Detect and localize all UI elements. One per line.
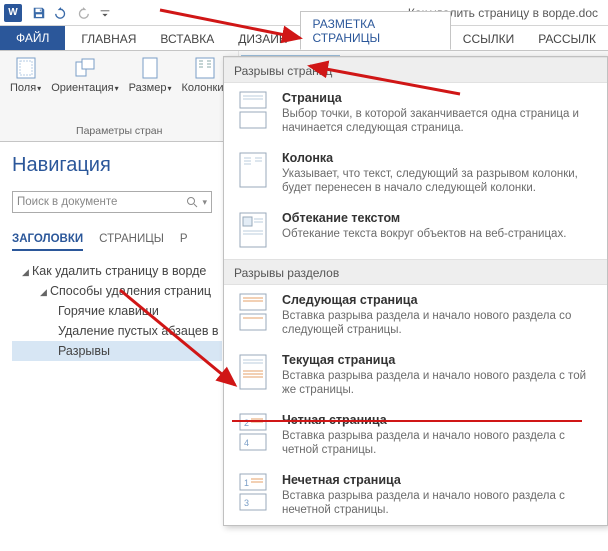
- tree-node[interactable]: Горячие клавиши: [12, 301, 222, 321]
- tree-node-label: Разрывы: [58, 344, 110, 358]
- ribbon-tabs: ФАЙЛ ГЛАВНАЯ ВСТАВКА ДИЗАЙН РАЗМЕТКА СТР…: [0, 26, 608, 50]
- svg-text:3: 3: [244, 498, 249, 508]
- app-icon: W: [4, 4, 22, 22]
- chevron-down-icon: ▾: [202, 197, 207, 208]
- group-page-setup: Поля▾ Ориентация▾ Размер▾ Колонки▾: [0, 51, 239, 141]
- tab-file[interactable]: ФАЙЛ: [0, 26, 65, 50]
- size-button[interactable]: Размер▾: [125, 55, 176, 97]
- orientation-button[interactable]: Ориентация▾: [47, 55, 122, 97]
- margins-icon: [13, 57, 39, 79]
- break-item-title: Страница: [282, 91, 595, 105]
- breaks-dropdown: Разрывы страниц Страница Выбор точки, в …: [223, 56, 608, 526]
- tab-page-layout[interactable]: РАЗМЕТКА СТРАНИЦЫ: [300, 11, 451, 50]
- tree-node-label: Удаление пустых абзацев в: [58, 324, 219, 338]
- continuous-break-icon: [236, 353, 270, 393]
- redo-button[interactable]: [73, 3, 93, 23]
- save-button[interactable]: [29, 3, 49, 23]
- break-item-evenpage[interactable]: 24 Четная страница Вставка разрыва разде…: [224, 405, 607, 465]
- break-item-title: Колонка: [282, 151, 595, 165]
- tree-node-selected[interactable]: Разрывы: [12, 341, 222, 361]
- nextpage-break-icon: [236, 293, 270, 333]
- chevron-down-icon: ▾: [167, 84, 171, 93]
- break-item-desc: Вставка разрыва раздела и начало нового …: [282, 309, 595, 337]
- size-label: Размер: [129, 82, 167, 94]
- columns-label: Колонки: [181, 82, 223, 94]
- svg-text:1: 1: [244, 478, 249, 488]
- textwrap-break-icon: [236, 211, 270, 251]
- page-break-icon: [236, 91, 270, 131]
- chevron-down-icon: ▾: [115, 84, 119, 93]
- margins-label: Поля: [10, 82, 36, 94]
- break-item-desc: Выбор точки, в которой заканчивается одн…: [282, 107, 595, 135]
- search-icon: [186, 196, 198, 208]
- break-item-oddpage[interactable]: 13 Нечетная страница Вставка разрыва раз…: [224, 465, 607, 525]
- navigation-pane: Навигация Поиск в документе ▾ ЗАГОЛОВКИ …: [0, 142, 222, 551]
- chevron-down-icon: ▾: [37, 84, 41, 93]
- caret-icon: ◢: [22, 267, 32, 278]
- break-item-column[interactable]: Колонка Указывает, что текст, следующий …: [224, 143, 607, 203]
- svg-text:2: 2: [244, 418, 249, 428]
- navigation-tabs: ЗАГОЛОВКИ СТРАНИЦЫ Р: [12, 233, 222, 251]
- orientation-label: Ориентация: [51, 82, 113, 94]
- navigation-title: Навигация: [12, 154, 222, 177]
- tab-mailings[interactable]: РАССЫЛК: [526, 27, 608, 50]
- tree-node-label: Способы удаления страниц: [50, 284, 211, 298]
- break-item-title: Четная страница: [282, 413, 595, 427]
- break-item-continuous[interactable]: Текущая страница Вставка разрыва раздела…: [224, 345, 607, 405]
- svg-text:4: 4: [244, 438, 249, 448]
- evenpage-break-icon: 24: [236, 413, 270, 453]
- search-input[interactable]: Поиск в документе ▾: [12, 191, 212, 213]
- breaks-section-section: Разрывы разделов: [224, 259, 607, 285]
- break-item-nextpage[interactable]: Следующая страница Вставка разрыва разде…: [224, 285, 607, 345]
- break-item-title: Обтекание текстом: [282, 211, 595, 225]
- break-item-title: Следующая страница: [282, 293, 595, 307]
- break-item-desc: Вставка разрыва раздела и начало нового …: [282, 429, 595, 457]
- tree-node[interactable]: ◢Способы удаления страниц: [12, 281, 222, 301]
- tree-node-label: Горячие клавиши: [58, 304, 159, 318]
- break-item-desc: Указывает, что текст, следующий за разры…: [282, 167, 595, 195]
- break-item-textwrap[interactable]: Обтекание текстом Обтекание текста вокру…: [224, 203, 607, 259]
- tree-node[interactable]: ◢Как удалить страницу в ворде: [12, 261, 222, 281]
- orientation-icon: [72, 57, 98, 79]
- columns-icon: [192, 57, 218, 79]
- tab-insert[interactable]: ВСТАВКА: [148, 27, 226, 50]
- break-item-desc: Обтекание текста вокруг объектов на веб-…: [282, 227, 595, 241]
- tab-design[interactable]: ДИЗАЙН: [226, 27, 299, 50]
- headings-tree: ◢Как удалить страницу в ворде ◢Способы у…: [12, 261, 222, 361]
- qat-customize-button[interactable]: [95, 3, 115, 23]
- group-page-setup-label: Параметры стран: [76, 125, 162, 139]
- search-placeholder: Поиск в документе: [17, 196, 117, 208]
- oddpage-break-icon: 13: [236, 473, 270, 513]
- margins-button[interactable]: Поля▾: [6, 55, 45, 97]
- nav-tab-headings[interactable]: ЗАГОЛОВКИ: [12, 233, 83, 251]
- tree-node-label: Как удалить страницу в ворде: [32, 264, 206, 278]
- caret-icon: ◢: [40, 287, 50, 298]
- tab-references[interactable]: ССЫЛКИ: [451, 27, 526, 50]
- nav-tab-pages[interactable]: СТРАНИЦЫ: [99, 233, 164, 251]
- break-item-page[interactable]: Страница Выбор точки, в которой заканчив…: [224, 83, 607, 143]
- column-break-icon: [236, 151, 270, 191]
- breaks-section-page: Разрывы страниц: [224, 57, 607, 83]
- break-item-desc: Вставка разрыва раздела и начало нового …: [282, 369, 595, 397]
- undo-button[interactable]: [51, 3, 71, 23]
- break-item-title: Текущая страница: [282, 353, 595, 367]
- break-item-title: Нечетная страница: [282, 473, 595, 487]
- nav-tab-results[interactable]: Р: [180, 233, 188, 251]
- break-item-desc: Вставка разрыва раздела и начало нового …: [282, 489, 595, 517]
- tab-home[interactable]: ГЛАВНАЯ: [69, 27, 148, 50]
- tree-node[interactable]: Удаление пустых абзацев в: [12, 321, 222, 341]
- size-icon: [137, 57, 163, 79]
